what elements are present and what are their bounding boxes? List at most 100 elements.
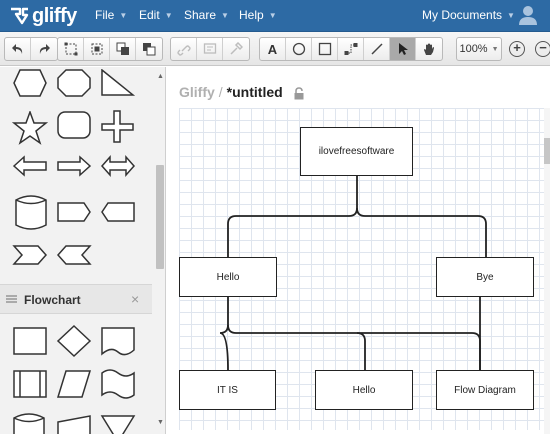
menu-share-label: Share: [184, 8, 217, 22]
canvas-scrollbar[interactable]: [544, 108, 550, 434]
hand-icon: [424, 43, 434, 55]
cross-shape[interactable]: [100, 110, 136, 144]
star-shape[interactable]: [12, 111, 48, 145]
diagram-node-hello-center[interactable]: Hello: [315, 370, 413, 410]
format-painter-button[interactable]: [223, 38, 249, 60]
chevron-down-icon: ▼: [268, 10, 277, 20]
scroll-down-icon[interactable]: ▼: [157, 419, 164, 426]
document-shape[interactable]: [100, 326, 136, 358]
group-button[interactable]: [84, 38, 110, 60]
panel-scroll-thumb[interactable]: [156, 165, 164, 269]
diagram-node-bye[interactable]: Bye: [436, 257, 534, 297]
zoom-out-icon[interactable]: −: [535, 41, 550, 57]
diagram-node-root[interactable]: ilovefreesoftware: [300, 127, 413, 176]
cylinder-shape[interactable]: [14, 194, 48, 232]
select-icon: [64, 42, 77, 56]
connector-icon: [344, 43, 357, 55]
line-icon: [370, 43, 383, 55]
menu-file-label: File: [95, 8, 115, 22]
user-icon[interactable]: [517, 4, 539, 26]
top-menubar: gliffy File ▼ Edit ▼ Share ▼ Help ▼ My Docum…: [0, 0, 550, 32]
gliffy-logo[interactable]: gliffy: [8, 5, 77, 27]
node-label: Hello: [352, 384, 376, 396]
menu-file[interactable]: File ▼: [95, 8, 127, 22]
bring-front-icon: [116, 42, 129, 55]
data-shape[interactable]: [56, 369, 92, 399]
history-group: [4, 37, 58, 61]
redo-icon: [39, 44, 50, 54]
octagon-shape[interactable]: [56, 69, 92, 97]
section-title: Flowchart: [24, 293, 81, 307]
format-painter-icon: [230, 42, 243, 55]
chevron-down-icon: ▼: [164, 10, 173, 20]
line-tool-button[interactable]: [364, 38, 390, 60]
undo-button[interactable]: [5, 38, 31, 60]
chevron-down-icon: ▼: [491, 45, 499, 53]
tape-shape[interactable]: [100, 367, 136, 401]
left-arrow-shape[interactable]: [12, 155, 48, 177]
database-shape[interactable]: [12, 412, 48, 434]
ellipse-tool-button[interactable]: [286, 38, 312, 60]
chevron-down-icon: ▼: [119, 10, 128, 20]
flowchart-section-header[interactable]: Flowchart ×: [0, 284, 152, 314]
process-shape[interactable]: [12, 326, 48, 356]
canvas-area: Gliffy / *untitled ilovefreesoftware Hello…: [167, 67, 550, 434]
rectangle-icon: [318, 42, 331, 56]
select-button[interactable]: [58, 38, 84, 60]
menu-edit[interactable]: Edit ▼: [139, 8, 173, 22]
app-name: gliffy: [32, 4, 77, 27]
send-back-button[interactable]: [136, 38, 162, 60]
arrange-group: [57, 37, 163, 61]
hexagon-shape[interactable]: [12, 69, 48, 97]
drag-handle-icon[interactable]: [6, 295, 17, 303]
double-arrow-shape[interactable]: [100, 155, 136, 177]
link-button[interactable]: [171, 38, 197, 60]
diagram-node-it-is[interactable]: IT IS: [179, 370, 276, 410]
node-label: Hello: [216, 271, 240, 283]
rounded-rectangle-shape[interactable]: [56, 111, 92, 141]
node-label: IT IS: [217, 384, 238, 396]
chevron-down-icon: ▼: [507, 10, 515, 20]
chevron-right-shape[interactable]: [12, 244, 48, 266]
my-documents-label: My Documents: [422, 8, 503, 22]
menu-my-documents[interactable]: My Documents ▼: [422, 8, 515, 22]
rectangle-tool-button[interactable]: [312, 38, 338, 60]
menu-share[interactable]: Share ▼: [184, 8, 229, 22]
zoom-in-icon[interactable]: +: [509, 41, 525, 57]
menu-help[interactable]: Help ▼: [239, 8, 277, 22]
pointer-tool-button[interactable]: [390, 38, 416, 60]
left-pentagon-shape[interactable]: [100, 201, 136, 223]
merge-shape[interactable]: [100, 414, 136, 434]
diagram-node-flow-diagram[interactable]: Flow Diagram: [436, 370, 534, 410]
predefined-process-shape[interactable]: [12, 369, 48, 399]
chevron-left-shape[interactable]: [56, 244, 92, 266]
decision-shape[interactable]: [56, 324, 92, 358]
redo-button[interactable]: [31, 38, 57, 60]
menu-help-label: Help: [239, 8, 264, 22]
draw-tools-group: A: [259, 37, 443, 61]
text-tool-button[interactable]: A: [260, 38, 286, 60]
panel-scrollbar[interactable]: ▲ ▼: [154, 67, 165, 434]
scroll-up-icon[interactable]: ▲: [157, 73, 164, 80]
hand-tool-button[interactable]: [416, 38, 442, 60]
node-label: Bye: [476, 271, 494, 283]
right-arrow-shape[interactable]: [56, 155, 92, 177]
manual-input-shape[interactable]: [56, 414, 92, 434]
bring-front-button[interactable]: [110, 38, 136, 60]
note-button[interactable]: [197, 38, 223, 60]
note-icon: [203, 43, 216, 54]
gliffy-logo-icon: [11, 7, 29, 25]
toolbar: A 100% ▼ + −: [0, 32, 550, 66]
diagram-node-hello-left[interactable]: Hello: [179, 257, 277, 297]
close-icon[interactable]: ×: [131, 291, 139, 307]
right-triangle-shape[interactable]: [100, 69, 136, 97]
zoom-value: 100%: [459, 43, 488, 55]
canvas-scroll-thumb[interactable]: [544, 138, 550, 164]
text-icon: A: [267, 41, 278, 57]
connector-tool-button[interactable]: [338, 38, 364, 60]
link-icon: [176, 45, 191, 56]
ellipse-icon: [292, 42, 305, 56]
zoom-select[interactable]: 100% ▼: [456, 37, 502, 61]
shape-library-panel: Flowchart × ▲ ▼: [0, 67, 166, 434]
pentagon-arrow-shape[interactable]: [56, 201, 92, 223]
